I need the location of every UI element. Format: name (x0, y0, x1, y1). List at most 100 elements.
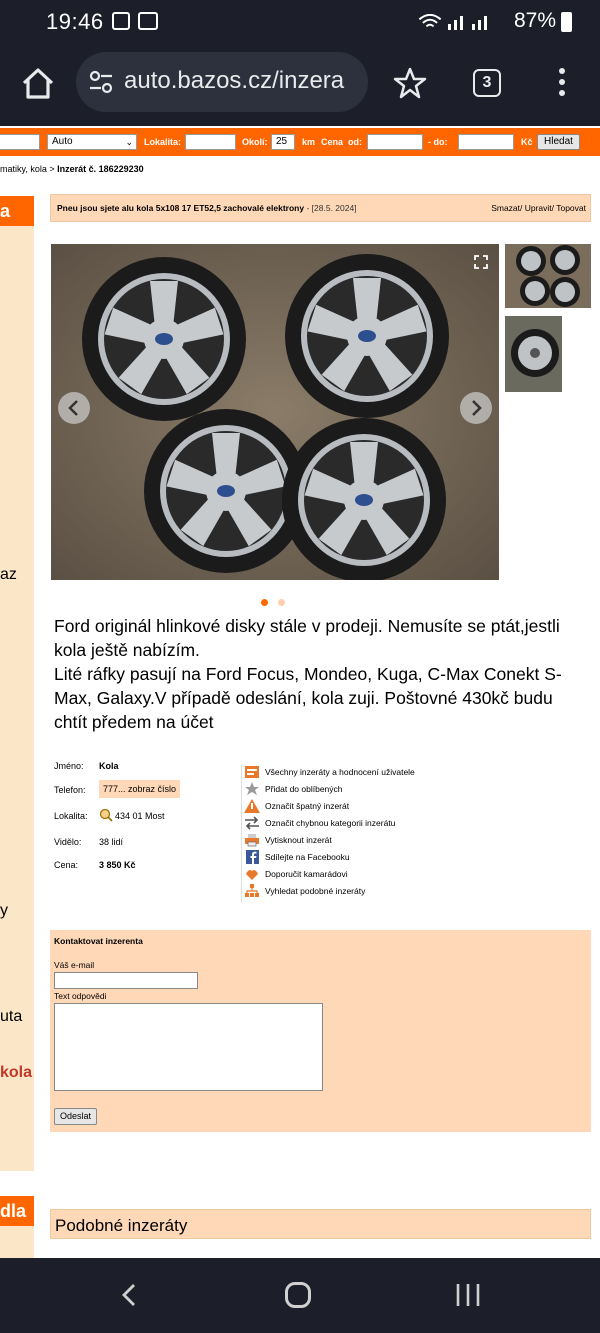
description-paragraph: Lité ráfky pasují na Ford Focus, Mondeo,… (54, 664, 562, 732)
pagination-dot-active[interactable] (261, 599, 268, 606)
listing-title-bar: Pneu jsou sjete alu kola 5x108 17 ET52,5… (50, 194, 591, 222)
back-icon[interactable] (118, 1283, 142, 1307)
address-bar[interactable]: auto.bazos.cz/inzera (76, 52, 368, 112)
home-nav-icon[interactable] (285, 1282, 311, 1308)
email-label: Váš e-mail (54, 960, 95, 970)
search-submit-button[interactable]: Hledat (537, 134, 580, 150)
translate-notification-icon (138, 12, 158, 30)
keyword-input[interactable] (0, 134, 40, 150)
reply-textarea[interactable] (54, 1003, 323, 1091)
similar-ads-heading: Podobné inzeráty (55, 1216, 188, 1235)
link-label: Všechny inzeráty a hodnocení uživatele (265, 767, 415, 777)
map-magnifier-icon[interactable] (99, 808, 113, 822)
swap-arrows-icon (245, 816, 259, 830)
status-bar: 19:46 87% (0, 0, 600, 44)
signal-icon (448, 16, 487, 30)
battery-icon (561, 12, 572, 32)
price-to-input[interactable] (458, 134, 514, 150)
sidebar-heading: a (0, 196, 34, 226)
warning-icon (244, 799, 260, 813)
breadcrumb: matiky, kola > Inzerát č. 186229230 (0, 164, 144, 174)
recommend-icon (246, 870, 258, 880)
category-select[interactable]: Auto ⌄ (47, 134, 137, 150)
facebook-icon (246, 850, 259, 864)
thumbnail-wheel-image (505, 316, 562, 392)
prev-photo-button[interactable] (58, 392, 90, 424)
user-ads-icon (245, 766, 259, 778)
location-value[interactable]: 434 01 Most (115, 811, 165, 821)
status-time: 19:46 (46, 9, 104, 34)
battery-percent: 87% (513, 9, 556, 32)
price-to-label: - do: (428, 137, 448, 147)
chevron-down-icon: ⌄ (125, 137, 133, 147)
breadcrumb-link[interactable]: matiky, kola > (0, 164, 57, 174)
chevron-left-icon (68, 400, 78, 416)
cena-label: Cena (321, 137, 344, 147)
sidebar-panel (0, 1226, 34, 1258)
link-label: Přidat do oblíbených (265, 784, 343, 794)
sidebar-text-fragment[interactable]: az (0, 566, 17, 584)
chevron-right-icon (472, 400, 482, 416)
price-value: 3 850 Kč (99, 860, 136, 870)
listing-title-text: Pneu jsou sjete alu kola 5x108 17 ET52,5… (57, 203, 305, 213)
star-icon (245, 782, 259, 795)
contact-heading: Kontaktovat inzerenta (54, 936, 143, 946)
lokalita-input[interactable] (185, 134, 236, 150)
location-label: Lokalita: (54, 811, 88, 821)
printer-icon (245, 834, 259, 847)
photo-thumbnail[interactable] (505, 244, 591, 308)
web-page: Auto ⌄ Lokalita: Okolí: 25 km Cena od: -… (0, 126, 600, 1258)
contact-form: Kontaktovat inzerenta Váš e-mail Text od… (50, 930, 591, 1132)
similar-ads-header: Podobné inzeráty (50, 1209, 591, 1239)
category-value: Auto (52, 136, 73, 147)
currency-label: Kč (521, 137, 533, 147)
sidebar-text-fragment[interactable]: y (0, 902, 8, 920)
km-label: km (302, 137, 316, 147)
listing-date: - [28.5. 2024] (306, 203, 357, 213)
listing-actions[interactable]: Smazat/ Upravit/ Topovat (491, 203, 586, 213)
sidebar-heading: dla (0, 1196, 34, 1226)
search-bar: Auto ⌄ Lokalita: Okolí: 25 km Cena od: -… (0, 128, 600, 156)
bookmark-star-icon[interactable] (393, 66, 427, 100)
price-label: Cena: (54, 860, 79, 870)
send-button[interactable]: Odeslat (54, 1108, 98, 1125)
listing-action-links: Všechny inzeráty a hodnocení uživatele P… (241, 764, 591, 902)
lokalita-label: Lokalita: (144, 137, 182, 147)
okoli-input[interactable]: 25 (271, 134, 295, 150)
breadcrumb-current: Inzerát č. 186229230 (57, 164, 144, 174)
similar-icon (245, 884, 259, 897)
price-from-input[interactable] (367, 134, 423, 150)
left-sidebar: a az y uta kola (0, 196, 34, 1171)
next-photo-button[interactable] (460, 392, 492, 424)
site-settings-icon[interactable] (88, 70, 114, 94)
link-label: Označit chybnou kategorii inzerátu (265, 818, 396, 828)
home-icon[interactable] (18, 64, 58, 104)
price-from-label: od: (348, 137, 362, 147)
more-menu-icon[interactable] (556, 68, 568, 100)
pagination-dot[interactable] (278, 599, 285, 606)
show-phone-button[interactable]: 777... zobraz číslo (99, 780, 181, 798)
sidebar-text-fragment[interactable]: uta (0, 1008, 22, 1026)
listing-description: Ford originál hlinkové disky stále v pro… (54, 614, 590, 734)
email-field[interactable] (54, 972, 198, 989)
url-text: auto.bazos.cz/inzera (124, 67, 345, 94)
left-sidebar-section: dla (0, 1196, 34, 1258)
thumbnail-wheels-image (505, 244, 591, 308)
sidebar-text-fragment[interactable]: kola (0, 1064, 32, 1082)
browser-toolbar: auto.bazos.cz/inzera 3 (0, 44, 600, 126)
photo-thumbnail[interactable] (505, 316, 562, 392)
system-navigation-bar (0, 1258, 600, 1333)
fullscreen-icon[interactable] (473, 254, 489, 270)
gallery-notification-icon (112, 12, 130, 30)
link-label: Označit špatný inzerát (265, 801, 350, 811)
tab-switcher-button[interactable]: 3 (473, 69, 501, 97)
description-paragraph: Ford originál hlinkové disky stále v pro… (54, 616, 560, 660)
reply-text-label: Text odpovědi (54, 991, 107, 1001)
main-photo[interactable] (51, 244, 499, 580)
phone-label: Telefon: (54, 785, 86, 795)
wheels-photo (51, 244, 499, 580)
photo-pagination (261, 593, 295, 611)
recent-apps-icon[interactable] (455, 1284, 481, 1306)
link-label: Doporučit kamarádovi (265, 869, 348, 879)
okoli-label: Okolí: (242, 137, 268, 147)
